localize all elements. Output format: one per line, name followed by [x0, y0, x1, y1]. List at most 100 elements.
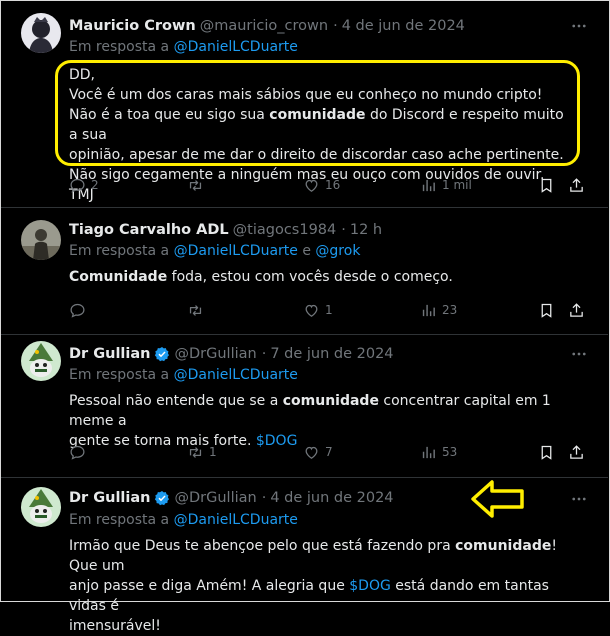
highlighted-keyword: comunidade [282, 393, 379, 409]
reply-icon [69, 302, 86, 319]
tweet-header: Dr Gullian @DrGullian · 4 de jun de 2024 [69, 488, 394, 508]
reply-button[interactable]: 2 [69, 175, 99, 195]
share-button[interactable] [568, 442, 585, 462]
text-segment: anjo passe e diga Amém! A alegria que [69, 578, 350, 594]
highlighted-keyword: comunidade [455, 538, 552, 554]
tweet-date[interactable]: 4 de jun de 2024 [342, 18, 465, 34]
verified-badge-icon[interactable] [154, 490, 170, 506]
view-count: 1 mil [442, 178, 472, 192]
tweet-date[interactable]: 12 h [350, 222, 382, 238]
tweet-date[interactable]: 7 de jun de 2024 [270, 346, 393, 362]
text-segment: Irmão que Deus te abençoe pelo que está … [69, 538, 456, 554]
views-icon [420, 177, 437, 194]
heart-icon [303, 177, 320, 194]
views-button[interactable]: 1 mil [420, 175, 472, 195]
yellow-highlight-box [55, 60, 580, 166]
views-button[interactable]: 23 [420, 300, 457, 320]
tweet-header: Dr Gullian @DrGullian · 7 de jun de 2024 [69, 344, 394, 364]
bookmark-icon [538, 177, 555, 194]
reply-count: 2 [91, 178, 99, 192]
share-button[interactable] [568, 175, 585, 195]
author-name[interactable]: Dr Gullian [69, 490, 150, 506]
like-button[interactable]: 1 [303, 300, 333, 320]
text-line: Irmão que Deus te abençoe pelo que está … [69, 536, 589, 576]
separator-dot: · [333, 18, 338, 34]
bookmark-icon [538, 444, 555, 461]
verified-badge-icon[interactable] [154, 346, 170, 362]
tweet-dr-gullian-1[interactable]: Dr Gullian @DrGullian · 7 de jun de 2024… [0, 335, 608, 478]
retweet-button[interactable] [187, 175, 204, 195]
reply-and: e [302, 243, 311, 259]
share-icon [568, 177, 585, 194]
reply-context: Em resposta a @DanielLCDuarte [69, 512, 298, 528]
author-name[interactable]: Mauricio Crown [69, 18, 196, 34]
share-icon [568, 302, 585, 319]
author-handle[interactable]: @DrGullian [174, 346, 256, 362]
tweet-dr-gullian-2[interactable]: Dr Gullian @DrGullian · 4 de jun de 2024… [0, 478, 608, 634]
avatar[interactable] [21, 487, 61, 527]
reply-button[interactable] [69, 442, 86, 462]
text-line: imensurável! [69, 618, 161, 634]
reply-to-link[interactable]: @DanielLCDuarte [174, 512, 298, 528]
reply-to-link[interactable]: @DanielLCDuarte [174, 39, 298, 55]
retweet-icon [187, 177, 204, 194]
tweet-mauricio-crown[interactable]: Mauricio Crown @mauricio_crown · 4 de ju… [0, 0, 608, 208]
retweet-count: 1 [209, 445, 217, 459]
retweet-button[interactable]: 1 [187, 442, 217, 462]
like-count: 16 [325, 178, 341, 192]
tweet-tiago-carvalho[interactable]: Tiago Carvalho ADL @tiagocs1984 · 12 h E… [0, 208, 608, 518]
retweet-icon [187, 444, 204, 461]
reply-to-link[interactable]: @DanielLCDuarte [174, 243, 298, 259]
more-options-icon[interactable] [570, 17, 588, 35]
avatar[interactable] [21, 341, 61, 381]
author-name[interactable]: Tiago Carvalho ADL [69, 222, 229, 238]
like-button[interactable]: 7 [303, 442, 333, 462]
text-line: anjo passe e diga Amém! A alegria que $D… [69, 576, 589, 616]
like-button[interactable]: 16 [303, 175, 340, 195]
reply-context: Em resposta a @DanielLCDuarte [69, 39, 298, 55]
author-handle[interactable]: @DrGullian [174, 490, 256, 506]
reply-prefix: Em resposta a [69, 243, 170, 259]
reply-to-link[interactable]: @DanielLCDuarte [174, 367, 298, 383]
action-bar: 2 16 1 mil [69, 175, 589, 195]
action-bar: 1 7 53 [69, 442, 589, 462]
more-options-icon[interactable] [570, 490, 588, 508]
tweet-text: Comunidade foda, estou com vocês desde o… [69, 267, 569, 287]
like-count: 7 [325, 445, 333, 459]
reply-prefix: Em resposta a [69, 512, 170, 528]
views-icon [420, 444, 437, 461]
avatar[interactable] [21, 13, 61, 53]
author-name[interactable]: Dr Gullian [69, 346, 150, 362]
author-handle[interactable]: @mauricio_crown [200, 18, 328, 34]
views-button[interactable]: 53 [420, 442, 457, 462]
text-line: Pessoal não entende que se a comunidade … [69, 391, 589, 431]
avatar[interactable] [21, 220, 61, 260]
reply-button[interactable] [69, 300, 86, 320]
view-count: 23 [442, 303, 458, 317]
cashtag-link[interactable]: $DOG [349, 578, 391, 594]
reply-context: Em resposta a @DanielLCDuarte [69, 367, 298, 383]
text-segment: foda, estou com vocês desde o começo. [167, 269, 453, 285]
action-bar: 1 23 [69, 300, 589, 320]
share-button[interactable] [568, 300, 585, 320]
bookmark-button[interactable] [538, 300, 555, 320]
reply-context: Em resposta a @DanielLCDuarte e @grok [69, 243, 360, 259]
reply-icon [69, 177, 86, 194]
retweet-button[interactable] [187, 300, 204, 320]
retweet-icon [187, 302, 204, 319]
more-options-icon[interactable] [570, 345, 588, 363]
reply-prefix: Em resposta a [69, 39, 170, 55]
bookmark-button[interactable] [538, 175, 555, 195]
view-count: 53 [442, 445, 458, 459]
reply-to-link-2[interactable]: @grok [315, 243, 360, 259]
views-icon [420, 302, 437, 319]
bookmark-button[interactable] [538, 442, 555, 462]
tweet-text: Irmão que Deus te abençoe pelo que está … [69, 536, 589, 636]
heart-icon [303, 444, 320, 461]
text-segment: Pessoal não entende que se a [69, 393, 283, 409]
author-handle[interactable]: @tiagocs1984 [233, 222, 337, 238]
separator-dot: · [261, 490, 267, 506]
highlighted-keyword: Comunidade [69, 269, 168, 285]
tweet-date[interactable]: 4 de jun de 2024 [270, 490, 393, 506]
tweet-header: Mauricio Crown @mauricio_crown · 4 de ju… [69, 16, 465, 36]
